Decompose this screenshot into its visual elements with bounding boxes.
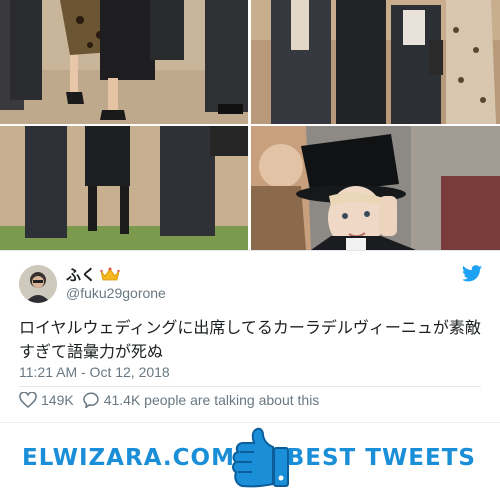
- like-count[interactable]: 149K: [41, 392, 74, 408]
- footer-banner: ELWIZARA.COM BEST TWEETS: [0, 422, 500, 495]
- display-name[interactable]: ふく: [66, 264, 120, 285]
- photo-bottom-left[interactable]: [0, 126, 248, 250]
- tweet-timestamp[interactable]: 11:21 AM - Oct 12, 2018: [19, 364, 170, 380]
- thumbs-up-icon: [228, 426, 292, 490]
- tweet-text: ロイヤルウェディングに出席してるカーラデルヴィーニュが素敵すぎて語彙力が死ぬ: [19, 318, 481, 361]
- best-tweets-label: BEST TWEETS: [286, 445, 476, 471]
- crown-icon: [100, 267, 120, 282]
- twitter-bird-icon[interactable]: [462, 265, 482, 282]
- user-handle[interactable]: @fuku29gorone: [66, 285, 166, 301]
- site-name[interactable]: ELWIZARA.COM: [22, 445, 235, 471]
- display-name-text[interactable]: ふく: [66, 264, 96, 285]
- heart-icon[interactable]: [19, 391, 37, 408]
- photo-bottom-right[interactable]: [251, 126, 500, 250]
- photo-top-right[interactable]: [251, 0, 500, 124]
- photo-grid: [0, 0, 500, 250]
- conversation-count[interactable]: 41.4K people are talking about this: [104, 392, 320, 408]
- tweet-card: ふく @fuku29gorone ロイヤルウェディングに出席してるカーラデルヴィ…: [0, 250, 500, 421]
- divider: [19, 386, 481, 387]
- tweet-actions: 149K 41.4K people are talking about this: [19, 390, 319, 410]
- avatar[interactable]: [19, 265, 57, 303]
- photo-top-left[interactable]: [0, 0, 248, 124]
- reply-bubble-icon[interactable]: [82, 392, 100, 410]
